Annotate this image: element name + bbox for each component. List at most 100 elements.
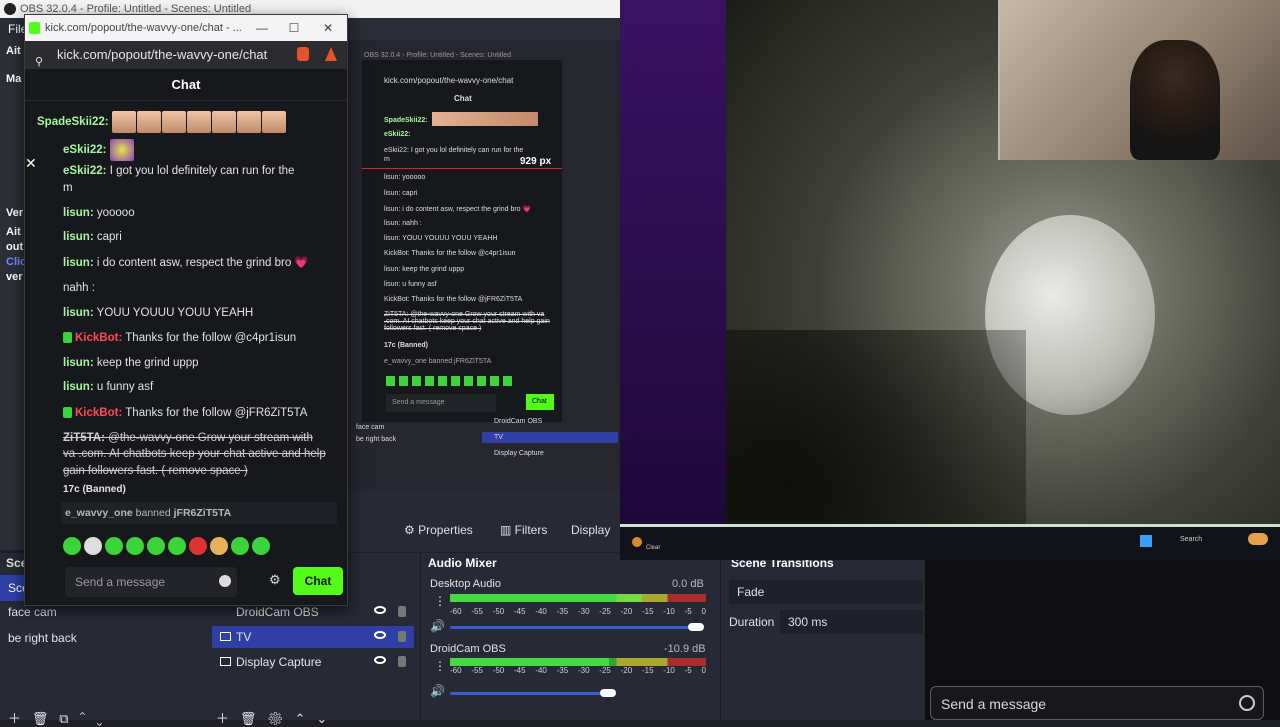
quick-emote[interactable]: [126, 537, 144, 555]
volume-slider[interactable]: [450, 689, 616, 697]
chat-url[interactable]: kick.com/popout/the-wavvy-one/chat: [57, 47, 267, 62]
maximize-button[interactable]: ☐: [277, 15, 311, 41]
nested-line: lisun: u funny asf: [384, 281, 437, 288]
quick-emote[interactable]: [147, 537, 165, 555]
move-down-icon[interactable]: ⌄: [96, 711, 102, 726]
minimize-button[interactable]: —: [245, 15, 279, 41]
chat-username[interactable]: lisun:: [63, 357, 94, 369]
nested-line: lisun: keep the grind uppp: [384, 266, 465, 273]
chat-username[interactable]: ZiT5TA:: [63, 432, 105, 444]
chat-message: lisun: i do content asw, respect the gri…: [63, 256, 339, 271]
audio-scale-tick: -45: [513, 607, 526, 616]
source-up-icon[interactable]: ⌃: [295, 711, 306, 726]
chat-username[interactable]: lisun:: [63, 207, 94, 219]
close-icon[interactable]: ✕: [25, 155, 39, 172]
quick-emote[interactable]: [84, 537, 102, 555]
audio-meter-fill: [450, 594, 642, 602]
chat-username[interactable]: eSkii22:: [63, 144, 106, 156]
volume-knob[interactable]: [688, 623, 704, 631]
add-source-icon[interactable]: ＋: [216, 711, 229, 726]
chat-urlbar[interactable]: ⚲ kick.com/popout/the-wavvy-one/chat: [25, 41, 347, 69]
audio-scale: -60 -55 -50 -45 -40 -35 -30 -25 -20 -15 -10 -5 0: [450, 607, 706, 616]
remove-scene-icon[interactable]: 🗑: [32, 711, 49, 726]
add-scene-icon[interactable]: ＋: [8, 711, 21, 726]
quick-emote[interactable]: [189, 537, 207, 555]
banned-tag: 17c (Banned): [63, 484, 126, 495]
filters-scene-icon[interactable]: ⧉: [59, 711, 68, 726]
volume-knob[interactable]: [600, 689, 616, 697]
brave-shield-icon[interactable]: [297, 47, 309, 61]
chat-message: lisun: u funny asf: [63, 380, 339, 395]
bottom-message-input[interactable]: Send a message: [930, 686, 1264, 720]
scene-toolbar: ＋ 🗑 ⧉ ⌃ ⌄: [8, 708, 102, 727]
lock-icon[interactable]: [398, 631, 406, 642]
source-row-tv[interactable]: TV: [212, 626, 414, 648]
chat-text: Thanks for the follow @c4pr1isun: [125, 332, 297, 344]
nested-line: lisun: yooooo: [384, 174, 426, 181]
quick-emote[interactable]: [105, 537, 123, 555]
filters-button[interactable]: ▥ Filters: [500, 518, 547, 542]
source-settings-icon[interactable]: ⚙: [267, 711, 284, 726]
scene-item-be-right-back[interactable]: be right back: [8, 631, 77, 645]
scene-item-face-cam[interactable]: face cam: [8, 605, 57, 619]
audio-scale-tick: -40: [535, 666, 547, 675]
source-row-display-capture[interactable]: Display Capture: [212, 651, 414, 673]
audio-scale-tick: 0: [701, 666, 706, 675]
quick-emote[interactable]: [252, 537, 270, 555]
chat-username[interactable]: lisun:: [63, 231, 94, 243]
chat-message-input[interactable]: Send a message: [65, 567, 237, 597]
duration-label: Duration: [729, 615, 775, 629]
brave-rewards-icon[interactable]: [325, 47, 337, 61]
quick-emote[interactable]: [210, 537, 228, 555]
volume-slider[interactable]: [450, 623, 704, 631]
nested-title: OBS 32.0.4 - Profile: Untitled - Scenes:…: [364, 52, 512, 59]
chat-username[interactable]: KickBot:: [75, 332, 122, 344]
quick-emote[interactable]: [63, 537, 81, 555]
emoji-picker-icon[interactable]: [219, 575, 231, 587]
duration-input[interactable]: 300 ms: [780, 610, 923, 634]
visibility-eye-icon[interactable]: [374, 631, 386, 639]
strip-text: out: [6, 241, 24, 253]
quick-emote[interactable]: [168, 537, 186, 555]
chat-username[interactable]: SpadeSkii22:: [37, 116, 109, 128]
lock-icon[interactable]: [398, 656, 406, 667]
chat-message: lisun: YOUU YOUUU YOUU YEAHH: [63, 306, 339, 321]
audio-scale-tick: -15: [641, 666, 654, 675]
transition-select[interactable]: Fade: [729, 580, 923, 604]
chat-username[interactable]: lisun:: [63, 307, 94, 319]
chat-text: u funny asf: [96, 381, 154, 393]
ban-notice: e_wavvy_one banned jFR6ZiT5TA: [61, 502, 337, 524]
source-down-icon[interactable]: ⌄: [316, 711, 327, 726]
obs-logo-icon: [4, 3, 16, 15]
audio-meter: [450, 594, 706, 602]
properties-button[interactable]: ⚙ Properties: [404, 518, 473, 542]
speaker-icon[interactable]: 🔊: [430, 619, 445, 633]
display-button[interactable]: Display: [571, 518, 610, 542]
chat-username[interactable]: lisun:: [63, 257, 94, 269]
audio-menu-icon[interactable]: ⋮: [434, 659, 446, 673]
chat-username[interactable]: eSkii22:: [63, 165, 106, 177]
chat-username[interactable]: lisun:: [63, 381, 94, 393]
nested-px: 929 px: [520, 156, 552, 167]
chat-message: KickBot: Thanks for the follow @c4pr1isu…: [63, 331, 339, 346]
nested-scene: face cam: [356, 424, 385, 431]
visibility-eye-icon[interactable]: [374, 656, 386, 664]
nested-chat: kick.com/popout/the-wavvy-one/chat Chat …: [362, 60, 562, 422]
lock-icon[interactable]: [398, 606, 406, 617]
source-label: Display Capture: [236, 655, 322, 669]
audio-scale-tick: -10: [663, 666, 675, 675]
audio-menu-icon[interactable]: ⋮: [434, 594, 446, 608]
chat-send-button[interactable]: Chat: [293, 567, 343, 595]
speaker-icon[interactable]: 🔊: [430, 684, 445, 698]
close-window-button[interactable]: ✕: [311, 15, 345, 41]
display-label: Display: [571, 523, 611, 537]
filters-label: Filters: [514, 523, 548, 537]
quick-emote[interactable]: [231, 537, 249, 555]
chat-settings-icon[interactable]: ⚙: [269, 572, 281, 588]
emoji-icon[interactable]: [1239, 695, 1255, 711]
move-up-icon[interactable]: ⌃: [79, 711, 85, 726]
visibility-eye-icon[interactable]: [374, 606, 386, 614]
nested-spam-tag: 17c (Banned): [384, 342, 428, 349]
remove-source-icon[interactable]: 🗑: [240, 711, 257, 726]
chat-username[interactable]: KickBot:: [75, 407, 122, 419]
